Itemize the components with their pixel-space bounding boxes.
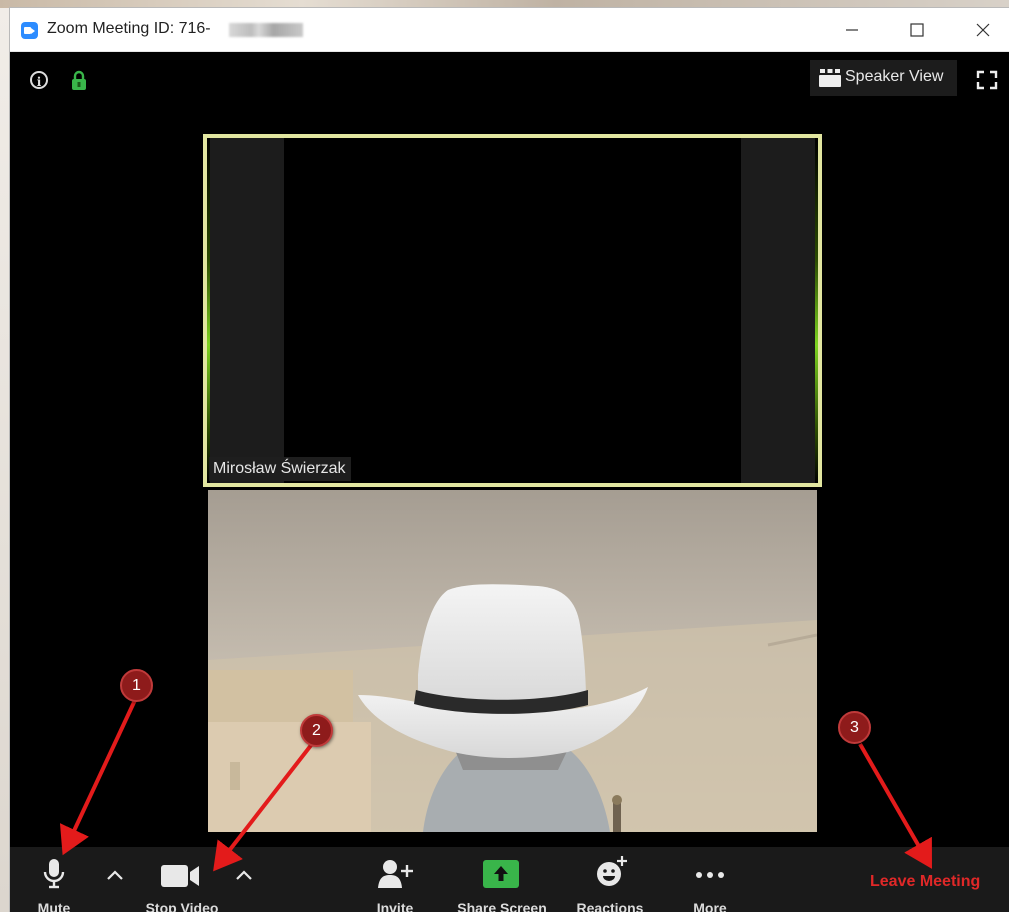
- annotation-arrow-1: [59, 697, 138, 856]
- annotation-badge-2: 2: [300, 714, 333, 747]
- annotation-arrow-2: [213, 742, 314, 872]
- annotation-arrow-3: [858, 743, 932, 869]
- annotation-badge-1: 1: [120, 669, 153, 702]
- annotation-badge-3: 3: [838, 711, 871, 744]
- annotation-arrows: [59, 697, 932, 872]
